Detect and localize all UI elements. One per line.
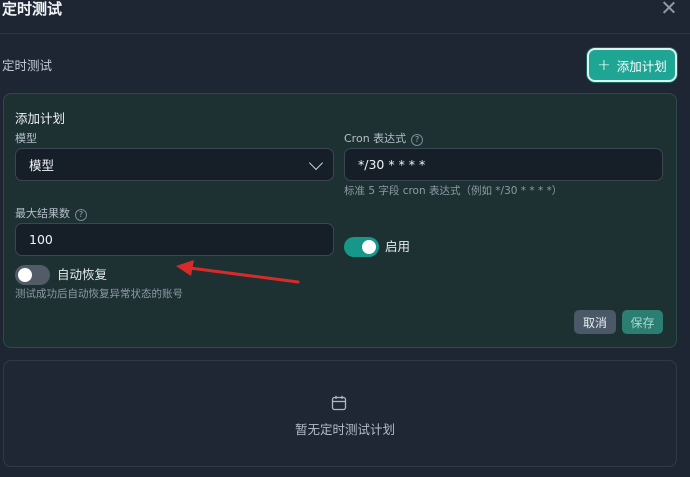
- auto-recover-label: 自动恢复: [57, 267, 108, 282]
- add-plan-label: 添加计划: [616, 58, 667, 74]
- add-plan-button[interactable]: + 添加计划: [587, 48, 677, 82]
- cron-hint: 标准 5 字段 cron 表达式（例如 */30 * * * *）: [344, 185, 563, 197]
- model-select[interactable]: 模型: [15, 148, 334, 181]
- save-button[interactable]: 保存: [622, 310, 663, 334]
- section-label: 定时测试: [2, 58, 53, 73]
- cron-input-value: */30 * * * *: [358, 157, 426, 172]
- model-select-value: 模型: [29, 158, 55, 173]
- max-results-label: 最大结果数?: [15, 207, 87, 221]
- dialog-title: 定时测试: [2, 0, 63, 18]
- calendar-icon: [331, 395, 347, 411]
- toggle-knob: [18, 268, 32, 282]
- title-bar: 定时测试: [0, 0, 690, 34]
- plus-icon: +: [597, 55, 611, 74]
- auto-recover-toggle[interactable]: [15, 265, 50, 285]
- max-results-label-text: 最大结果数: [15, 207, 70, 220]
- form-title: 添加计划: [15, 111, 66, 126]
- toggle-knob: [362, 240, 376, 254]
- cron-label: Cron 表达式?: [344, 132, 424, 146]
- max-results-input[interactable]: 100: [15, 223, 334, 256]
- enabled-toggle[interactable]: [344, 237, 379, 257]
- enabled-label: 启用: [385, 239, 411, 254]
- cron-input[interactable]: */30 * * * *: [344, 148, 663, 181]
- close-icon[interactable]: [662, 1, 676, 15]
- empty-state-text: 暂无定时测试计划: [294, 422, 395, 437]
- model-label: 模型: [15, 132, 37, 146]
- help-icon[interactable]: ?: [411, 134, 424, 146]
- cron-label-text: Cron 表达式: [344, 132, 407, 145]
- help-icon[interactable]: ?: [75, 209, 87, 221]
- auto-recover-hint: 测试成功后自动恢复异常状态的账号: [15, 288, 183, 300]
- chevron-down-icon: [308, 155, 324, 171]
- max-results-value: 100: [29, 232, 53, 247]
- model-label-text: 模型: [15, 132, 37, 145]
- cancel-button[interactable]: 取消: [574, 310, 616, 334]
- empty-state-card: [3, 360, 677, 467]
